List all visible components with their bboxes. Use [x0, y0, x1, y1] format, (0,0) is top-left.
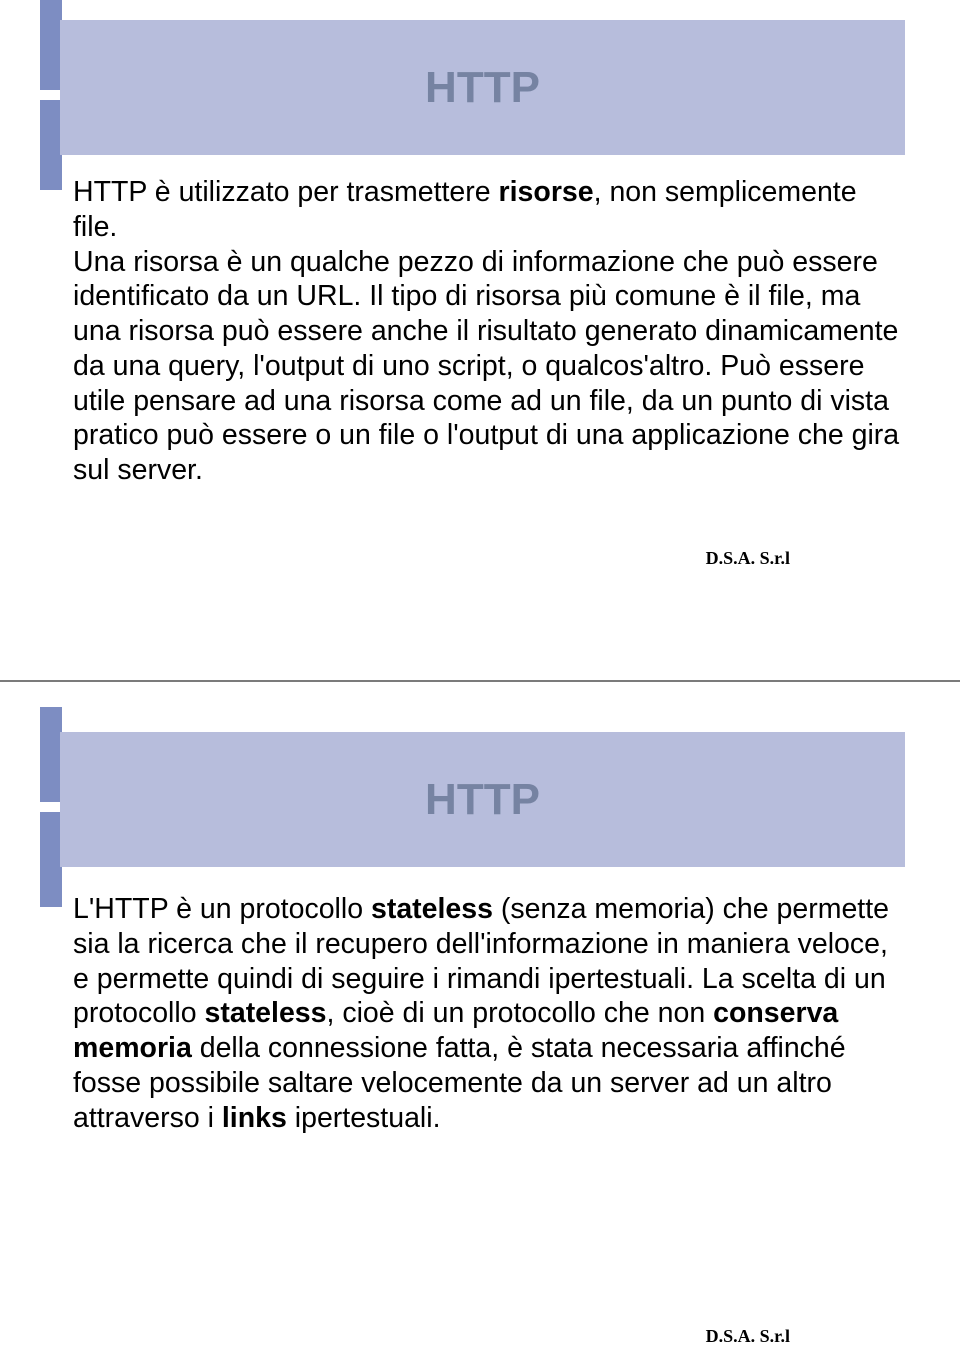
slide-body: HTTP è utilizzato per trasmettere risors… [73, 175, 900, 488]
title-band: HTTP [60, 20, 905, 155]
slide-title: HTTP [425, 63, 540, 113]
slide-body: L'HTTP è un protocollo stateless (senza … [73, 892, 900, 1135]
slide-footer: D.S.A. S.r.l [706, 548, 790, 569]
decor-mark [40, 100, 62, 190]
title-band: HTTP [60, 732, 905, 867]
slide-footer: D.S.A. S.r.l [706, 1326, 790, 1347]
decor-mark [40, 812, 62, 907]
slide-1: HTTP HTTP è utilizzato per trasmettere r… [0, 0, 960, 680]
slide-2: HTTP L'HTTP è un protocollo stateless (s… [0, 682, 960, 1369]
decor-mark [40, 0, 62, 90]
slide-title: HTTP [425, 775, 540, 825]
decor-mark [40, 707, 62, 802]
